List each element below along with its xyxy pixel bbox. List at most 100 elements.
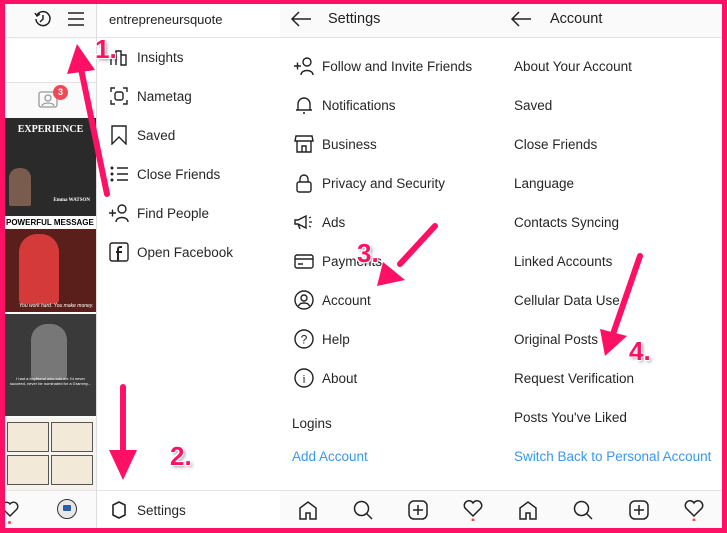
heart-icon[interactable] bbox=[684, 499, 704, 521]
avatar[interactable] bbox=[57, 499, 77, 519]
post-caption: You work hard. You make money. bbox=[19, 303, 94, 309]
close-friends-icon bbox=[107, 163, 131, 185]
bottom-nav bbox=[280, 490, 500, 528]
menu-item-label: Account bbox=[322, 292, 371, 308]
account-panel: Account About Your Account Saved Close F… bbox=[500, 4, 722, 528]
back-arrow-icon[interactable] bbox=[510, 10, 532, 28]
bell-icon bbox=[292, 94, 316, 116]
history-icon[interactable] bbox=[33, 9, 53, 29]
menu-item-label: About bbox=[322, 370, 358, 386]
nametag-icon bbox=[107, 85, 131, 107]
menu-item-account[interactable]: Account bbox=[292, 288, 371, 312]
home-icon[interactable] bbox=[298, 500, 318, 520]
svg-text:i: i bbox=[302, 372, 306, 386]
menu-item-label: Follow and Invite Friends bbox=[322, 58, 473, 74]
menu-item-posts-liked[interactable]: Posts You've Liked bbox=[514, 405, 627, 429]
megaphone-icon bbox=[292, 211, 316, 233]
screenshot-frame: 3 EXPERIENCE Emma WATSON POWERFUL MESSAG… bbox=[5, 4, 722, 528]
menu-item-privacy[interactable]: Privacy and Security bbox=[292, 171, 445, 195]
menu-item-close-friends[interactable]: Close Friends bbox=[107, 162, 220, 186]
bottom-nav bbox=[500, 490, 722, 528]
post-title: POWERFUL MESSAGE bbox=[5, 216, 96, 229]
menu-item-ads[interactable]: Ads bbox=[292, 210, 345, 234]
settings-topbar: Settings bbox=[280, 4, 500, 38]
bookmark-icon bbox=[107, 124, 131, 146]
profile-spacer bbox=[5, 39, 96, 83]
lock-icon bbox=[292, 172, 316, 194]
menu-item-label: Privacy and Security bbox=[322, 175, 446, 191]
profile-bottom-bar bbox=[5, 490, 96, 528]
menu-item-open-facebook[interactable]: Open Facebook bbox=[107, 240, 233, 264]
comic-panel bbox=[51, 422, 93, 452]
add-person-icon bbox=[292, 55, 316, 77]
settings-panel: Settings Follow and Invite Friends Notif… bbox=[280, 4, 500, 528]
portrait-image bbox=[9, 168, 31, 206]
comic-panel bbox=[51, 455, 93, 485]
menu-item-label: Saved bbox=[137, 127, 176, 143]
settings-label: Settings bbox=[137, 502, 186, 518]
post-thumbnail[interactable]: EXPERIENCE Emma WATSON bbox=[5, 118, 96, 216]
menu-item-business[interactable]: Business bbox=[292, 132, 377, 156]
annotation-step-3: 3. bbox=[357, 238, 379, 268]
heart-icon[interactable] bbox=[5, 501, 19, 517]
info-icon: i bbox=[292, 367, 316, 389]
account-icon bbox=[292, 289, 316, 311]
photo-image bbox=[31, 324, 67, 380]
logins-heading: Logins bbox=[292, 415, 332, 431]
post-caption: I had a boyfriend who told me I'd never … bbox=[9, 376, 92, 386]
menu-item-nametag[interactable]: Nametag bbox=[107, 84, 192, 108]
menu-item-label: Find People bbox=[137, 205, 210, 221]
menu-item-cellular-data[interactable]: Cellular Data Use bbox=[514, 288, 620, 312]
search-icon[interactable] bbox=[573, 500, 593, 520]
annotation-step-1: 1. bbox=[95, 34, 117, 64]
menu-item-close-friends[interactable]: Close Friends bbox=[514, 132, 597, 156]
add-account-link[interactable]: Add Account bbox=[292, 444, 368, 468]
new-post-icon[interactable] bbox=[407, 499, 428, 520]
add-person-icon bbox=[107, 202, 131, 224]
post-thumbnail[interactable]: I had a boyfriend who told me I'd never … bbox=[5, 314, 96, 416]
menu-item-insights[interactable]: Insights bbox=[107, 45, 184, 69]
post-thumbnail[interactable] bbox=[5, 418, 96, 490]
menu-item-label: Ads bbox=[322, 214, 346, 230]
home-icon[interactable] bbox=[518, 500, 538, 520]
menu-item-find-people[interactable]: Find People bbox=[107, 201, 209, 225]
menu-item-linked-accounts[interactable]: Linked Accounts bbox=[514, 249, 612, 273]
heart-icon[interactable] bbox=[463, 499, 483, 521]
switch-personal-link[interactable]: Switch Back to Personal Account bbox=[514, 444, 711, 468]
menu-item-follow-invite[interactable]: Follow and Invite Friends bbox=[292, 54, 472, 78]
notification-badge: 3 bbox=[53, 85, 68, 100]
new-post-icon[interactable] bbox=[629, 499, 649, 520]
menu-item-help[interactable]: ? Help bbox=[292, 327, 350, 351]
profile-topbar bbox=[5, 4, 96, 38]
settings-bar: Settings bbox=[97, 490, 280, 528]
speaker-image bbox=[19, 234, 59, 304]
annotation-step-4: 4. bbox=[629, 336, 651, 366]
post-author: Emma WATSON bbox=[53, 198, 90, 203]
menu-icon[interactable] bbox=[67, 11, 85, 27]
menu-item-saved[interactable]: Saved bbox=[514, 93, 552, 117]
menu-item-saved[interactable]: Saved bbox=[107, 123, 175, 147]
search-icon[interactable] bbox=[353, 500, 373, 520]
post-title: EXPERIENCE bbox=[17, 124, 84, 135]
menu-item-contacts-syncing[interactable]: Contacts Syncing bbox=[514, 210, 619, 234]
store-icon bbox=[292, 133, 316, 155]
comic-panel bbox=[7, 422, 49, 452]
menu-item-label: Close Friends bbox=[137, 166, 221, 182]
menu-item-request-verification[interactable]: Request Verification bbox=[514, 366, 634, 390]
activity-dot bbox=[8, 521, 11, 524]
annotation-step-2: 2. bbox=[170, 441, 192, 471]
menu-item-about[interactable]: i About bbox=[292, 366, 357, 390]
card-icon bbox=[292, 250, 316, 272]
menu-item-language[interactable]: Language bbox=[514, 171, 574, 195]
menu-item-label: Open Facebook bbox=[137, 244, 234, 260]
menu-item-label: Business bbox=[322, 136, 377, 152]
post-thumbnail[interactable]: POWERFUL MESSAGE You work hard. You make… bbox=[5, 216, 96, 312]
menu-item-original-posts[interactable]: Original Posts bbox=[514, 327, 598, 351]
settings-button[interactable]: Settings bbox=[107, 498, 186, 522]
facebook-icon bbox=[107, 241, 131, 263]
profile-panel: 3 EXPERIENCE Emma WATSON POWERFUL MESSAG… bbox=[5, 4, 96, 528]
menu-item-about-account[interactable]: About Your Account bbox=[514, 54, 632, 78]
svg-text:?: ? bbox=[301, 333, 308, 347]
menu-item-notifications[interactable]: Notifications bbox=[292, 93, 396, 117]
back-arrow-icon[interactable] bbox=[290, 10, 312, 28]
